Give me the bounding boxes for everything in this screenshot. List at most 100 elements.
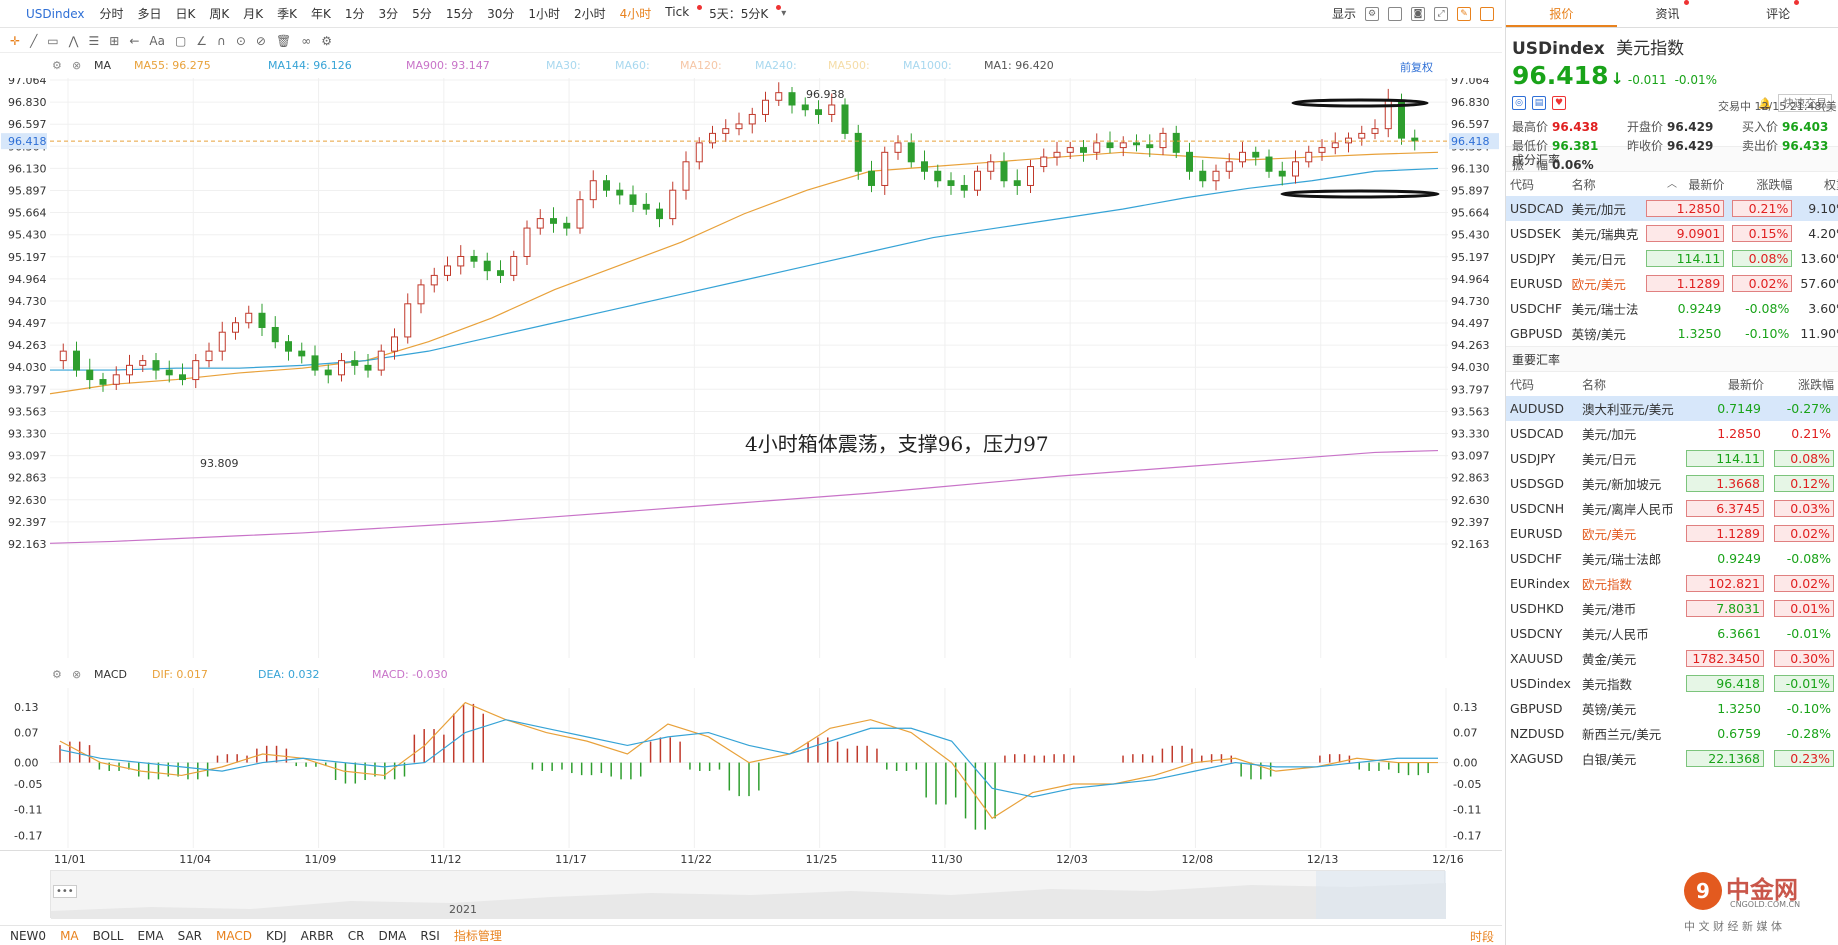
timeframe-2[interactable]: 日K (169, 5, 203, 22)
macd-chart[interactable]: 0.13 0.13 0.07 0.07 0.00 0.00 -0.05 -0.05 -0.11 -… (0, 688, 1502, 848)
hide-icon[interactable]: ⊘ (256, 34, 266, 48)
column-header[interactable]: 名称 (1578, 372, 1678, 396)
pattern-tool-icon[interactable]: ⋀ (69, 34, 79, 48)
settings-icon[interactable]: ⚙ (1365, 6, 1379, 21)
table-row[interactable]: USDCAD 美元/加元 1.2850 0.21% 9.10% (1506, 196, 1838, 221)
table-row[interactable]: USDSEK 美元/瑞典克 9.0901 0.15% 4.20% (1506, 221, 1838, 246)
table-row[interactable]: NZDUSD 新西兰元/美元 0.6759 -0.28% (1506, 721, 1838, 746)
close-icon[interactable]: ⊗ (72, 59, 81, 72)
indicator-7[interactable]: ARBR (301, 929, 334, 943)
crosshair-icon[interactable]: ✛ (10, 34, 20, 48)
link-icon[interactable]: ∞ (301, 34, 311, 48)
timeframe-15[interactable]: Tick (658, 5, 696, 22)
calendar-icon[interactable]: ▤ (1532, 96, 1546, 110)
timeframe-14[interactable]: 4小时 (613, 5, 659, 22)
table-row[interactable]: XAUUSD 黄金/美元 1782.3450 0.30% (1506, 646, 1838, 671)
symbol-selector[interactable]: USDindex (0, 7, 92, 21)
table-row[interactable]: USDSGD 美元/新加坡元 1.3668 0.12% (1506, 471, 1838, 496)
timeframe-0[interactable]: 分时 (92, 5, 130, 22)
table-row[interactable]: GBPUSD 英镑/美元 1.3250 -0.10% (1506, 696, 1838, 721)
table-row[interactable]: EURUSD 欧元/美元 1.1289 0.02% 57.60% (1506, 271, 1838, 296)
text-tool-icon[interactable]: Aa (149, 34, 165, 48)
indicator-5[interactable]: MACD (216, 929, 252, 943)
table-row[interactable]: AUDUSD 澳大利亚元/美元 0.7149 -0.27% (1506, 396, 1838, 421)
table-row[interactable]: USDJPY 美元/日元 114.11 0.08% (1506, 446, 1838, 471)
table-row[interactable]: USDCHF 美元/瑞士法 0.9249 -0.08% 3.60% (1506, 296, 1838, 321)
support-marker[interactable] (1280, 189, 1440, 199)
indicator-10[interactable]: RSI (420, 929, 440, 943)
camera-icon[interactable]: ◙ (1411, 6, 1425, 21)
edit-icon[interactable]: ✎ (1457, 6, 1471, 21)
display-menu[interactable]: 显示 (1332, 5, 1356, 22)
column-header[interactable]: 代码 (1506, 372, 1578, 396)
indicator-4[interactable]: SAR (178, 929, 202, 943)
column-header[interactable]: 最新价 (1678, 372, 1768, 396)
panel-toggle-icon[interactable] (1480, 6, 1494, 21)
indicator-2[interactable]: BOLL (93, 929, 124, 943)
close-icon[interactable]: ⊗ (72, 668, 81, 681)
magnet-icon[interactable]: ∩ (217, 34, 226, 48)
timeframe-10[interactable]: 15分 (439, 5, 480, 22)
timeframe-3[interactable]: 周K (202, 5, 236, 22)
timeframe-5[interactable]: 季K (270, 5, 304, 22)
timeframe-6[interactable]: 年K (304, 5, 338, 22)
table-row[interactable]: USDCHF 美元/瑞士法郎 0.9249 -0.08% (1506, 546, 1838, 571)
table-row[interactable]: XAGUSD 白银/美元 22.1368 0.23% (1506, 746, 1838, 771)
scroll-handle-left[interactable]: ••• (53, 885, 77, 898)
indicator-6[interactable]: KDJ (266, 929, 287, 943)
timeframe-13[interactable]: 2小时 (567, 5, 613, 22)
tab-1[interactable]: 资讯 (1617, 0, 1728, 27)
settings-icon[interactable]: ⚙ (52, 59, 62, 72)
indicator-1[interactable]: MA (60, 929, 79, 943)
timeframe-11[interactable]: 30分 (480, 5, 521, 22)
settings-icon[interactable]: ⚙ (52, 668, 62, 681)
chevron-down-icon[interactable]: ▾ (781, 8, 786, 19)
tab-2[interactable]: 评论 (1727, 0, 1838, 27)
trendline-tool-icon[interactable]: ╱ (30, 34, 37, 48)
session-button[interactable]: 时段 (1470, 928, 1494, 945)
ma-indicator-label[interactable]: MA (94, 59, 111, 72)
collapse-chevron-icon[interactable]: ︿ (1512, 175, 1832, 190)
measure-tool-icon[interactable]: ⊞ (109, 34, 119, 48)
price-chart[interactable]: 97.06497.06496.83096.83096.59796.59796.3… (0, 78, 1502, 658)
table-row[interactable]: USDCAD 美元/加元 1.2850 0.21% (1506, 421, 1838, 446)
indicator-8[interactable]: CR (348, 929, 365, 943)
timeframe-7[interactable]: 1分 (338, 5, 372, 22)
pen-tool-icon[interactable]: ∠ (196, 34, 207, 48)
table-row[interactable]: USDindex 美元指数 96.418 -0.01% (1506, 671, 1838, 696)
table-row[interactable]: USDCNY 美元/人民币 6.3661 -0.01% (1506, 621, 1838, 646)
gear-icon[interactable]: ⚙ (321, 34, 332, 48)
adjust-mode-button[interactable]: 前复权 (1400, 59, 1433, 75)
checkbox-icon[interactable] (1388, 6, 1402, 21)
arrow-tool-icon[interactable]: ← (129, 34, 139, 48)
indicator-0[interactable]: NEW0 (10, 929, 46, 943)
tab-0[interactable]: 报价 (1506, 0, 1617, 27)
shape-tool-icon[interactable]: ▭ (47, 34, 58, 48)
table-row[interactable]: GBPUSD 英镑/美元 1.3250 -0.10% 11.90% (1506, 321, 1838, 346)
macd-indicator-label[interactable]: MACD (94, 668, 127, 681)
timeframe-1[interactable]: 多日 (131, 5, 169, 22)
timeframe-9[interactable]: 5分 (405, 5, 439, 22)
table-row[interactable]: USDCNH 美元/离岸人民币 6.3745 0.03% (1506, 496, 1838, 521)
timeframe-12[interactable]: 1小时 (521, 5, 567, 22)
timeframe-8[interactable]: 3分 (372, 5, 406, 22)
timeframe-4[interactable]: 月K (236, 5, 270, 22)
table-row[interactable]: USDHKD 美元/港币 7.8031 0.01% (1506, 596, 1838, 621)
indicator-9[interactable]: DMA (379, 929, 407, 943)
lock-icon[interactable]: ⊙ (236, 34, 246, 48)
table-row[interactable]: EURUSD 欧元/美元 1.1289 0.02% (1506, 521, 1838, 546)
favorite-heart-icon[interactable]: ♥ (1552, 96, 1566, 110)
comment-tool-icon[interactable]: ▢ (175, 34, 186, 48)
table-row[interactable]: USDJPY 美元/日元 114.11 0.08% 13.60% (1506, 246, 1838, 271)
navigator-scrollbar[interactable]: ••• 2021 (50, 870, 1446, 919)
table-row[interactable]: EURindex 欧元指数 102.821 0.02% (1506, 571, 1838, 596)
fib-tool-icon[interactable]: ☰ (88, 34, 99, 48)
column-header[interactable]: 涨跌幅 (1768, 372, 1838, 396)
globe-icon[interactable]: ◎ (1512, 96, 1526, 110)
fullscreen-icon[interactable]: ⤢ (1434, 6, 1448, 21)
resistance-marker[interactable] (1291, 98, 1429, 108)
indicator-3[interactable]: EMA (137, 929, 163, 943)
delete-icon[interactable]: 🗑 (276, 34, 291, 48)
indicator-11[interactable]: 指标管理 (454, 927, 502, 944)
timeframe-16[interactable]: 5天：5分K (702, 5, 775, 22)
